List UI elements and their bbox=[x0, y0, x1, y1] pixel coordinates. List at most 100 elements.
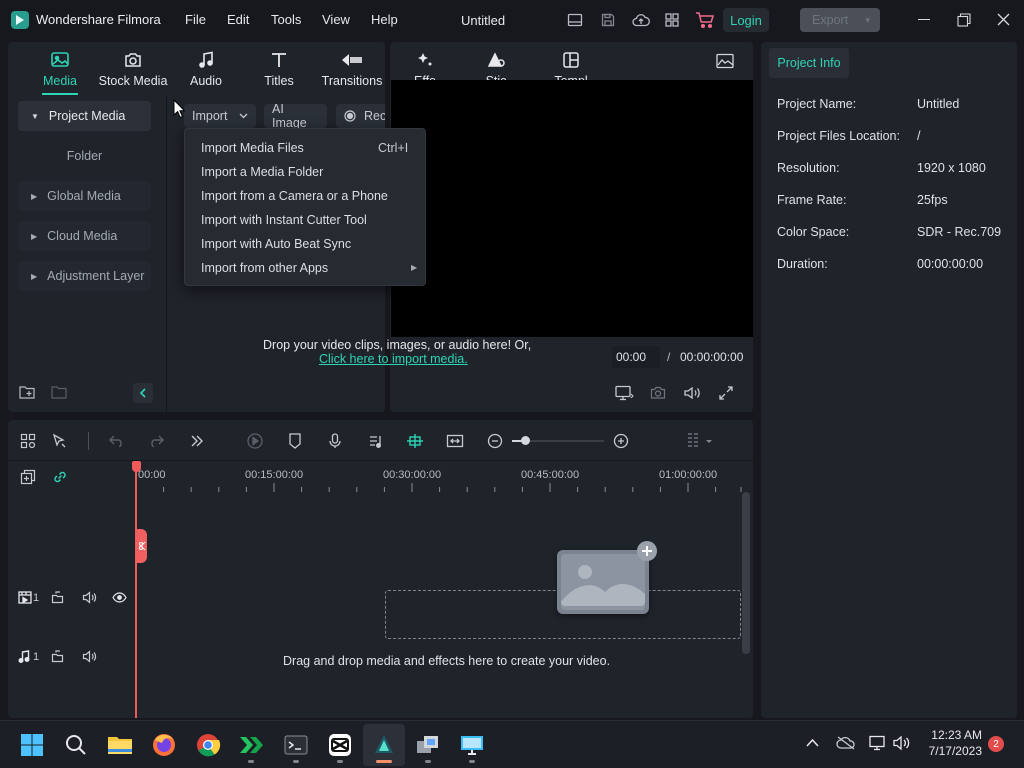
menu-tools[interactable]: Tools bbox=[271, 12, 301, 27]
link-icon[interactable] bbox=[52, 469, 68, 485]
sidebar-item-folder[interactable]: Folder bbox=[18, 141, 151, 171]
sidebar-item-project-media[interactable]: ▼ Project Media bbox=[18, 101, 151, 131]
tab-transitions-label: Transitions bbox=[321, 74, 383, 88]
add-media-icon[interactable] bbox=[637, 541, 657, 561]
sidebar-item-global-media[interactable]: ▶ Global Media bbox=[18, 181, 151, 211]
collapse-sidebar-icon[interactable] bbox=[133, 383, 153, 403]
track-visibility-icon[interactable] bbox=[112, 592, 127, 603]
sidebar-item-adjustment-layer[interactable]: ▶ Adjustment Layer bbox=[18, 261, 151, 291]
remote-desktop-icon[interactable] bbox=[459, 732, 485, 758]
undo-icon[interactable] bbox=[108, 432, 126, 450]
playhead[interactable] bbox=[135, 463, 137, 718]
add-track-icon[interactable] bbox=[20, 469, 36, 485]
sidebar-item-cloud-media[interactable]: ▶ Cloud Media bbox=[18, 221, 151, 251]
cloud-upload-icon[interactable] bbox=[632, 12, 650, 28]
terminal-arrow-icon[interactable] bbox=[239, 732, 265, 758]
active-tab-indicator bbox=[42, 93, 78, 95]
more-tools-icon[interactable] bbox=[188, 432, 206, 450]
layout-grid-icon[interactable] bbox=[19, 432, 37, 450]
network-icon[interactable] bbox=[867, 735, 887, 751]
track-lock-icon[interactable] bbox=[51, 650, 64, 663]
export-button[interactable]: Export ▾ bbox=[800, 8, 880, 32]
snap-icon[interactable] bbox=[406, 432, 424, 450]
tab-transitions[interactable]: Transitions bbox=[314, 48, 390, 94]
zoom-in-icon[interactable] bbox=[612, 432, 630, 450]
track-mute-icon[interactable] bbox=[82, 591, 97, 604]
preview-canvas[interactable] bbox=[391, 80, 753, 337]
restore-icon[interactable] bbox=[957, 13, 971, 27]
menu-import-camera-phone[interactable]: Import from a Camera or a Phone bbox=[201, 189, 388, 203]
folder-icon[interactable] bbox=[51, 385, 67, 399]
templates-icon bbox=[538, 48, 604, 72]
zoom-out-icon[interactable] bbox=[486, 432, 504, 450]
menu-import-instant-cutter[interactable]: Import with Instant Cutter Tool bbox=[201, 213, 367, 227]
save-icon[interactable] bbox=[600, 12, 616, 28]
onedrive-icon[interactable] bbox=[836, 736, 856, 750]
menu-import-media-folder[interactable]: Import a Media Folder bbox=[201, 165, 323, 179]
notification-badge[interactable]: 2 bbox=[988, 736, 1004, 752]
playhead-split-handle[interactable] bbox=[136, 529, 147, 563]
login-button[interactable]: Login bbox=[723, 8, 769, 32]
speaker-icon[interactable] bbox=[892, 735, 912, 751]
filmora-taskbar-icon[interactable] bbox=[371, 732, 397, 758]
capcut-icon[interactable] bbox=[327, 732, 353, 758]
zoom-slider-handle[interactable] bbox=[521, 436, 530, 445]
menu-import-other-apps[interactable]: Import from other Apps bbox=[201, 261, 328, 275]
tray-chevron-up-icon[interactable] bbox=[806, 738, 819, 747]
volume-icon[interactable] bbox=[683, 386, 701, 400]
menu-view[interactable]: View bbox=[322, 12, 350, 27]
preview-quality-icon[interactable] bbox=[716, 53, 734, 69]
display-settings-icon[interactable] bbox=[615, 385, 635, 401]
windows-start-icon[interactable] bbox=[19, 732, 45, 758]
track-mute-icon[interactable] bbox=[82, 650, 97, 663]
package-app-icon[interactable] bbox=[415, 732, 441, 758]
tab-stock-media[interactable]: Stock Media bbox=[95, 48, 171, 94]
stock-media-icon bbox=[95, 48, 171, 72]
tab-project-info[interactable]: Project Info bbox=[769, 48, 849, 78]
microphone-icon[interactable] bbox=[326, 432, 344, 450]
redo-icon[interactable] bbox=[147, 432, 165, 450]
new-folder-icon[interactable] bbox=[19, 385, 35, 399]
file-explorer-icon[interactable] bbox=[107, 732, 133, 758]
timeline-scrollbar[interactable] bbox=[742, 492, 750, 654]
fit-timeline-icon[interactable] bbox=[446, 432, 464, 450]
clock-time[interactable]: 12:23 AM bbox=[926, 728, 982, 742]
menu-import-media-files[interactable]: Import Media Files bbox=[201, 141, 304, 155]
menu-file[interactable]: File bbox=[185, 12, 206, 27]
search-icon[interactable] bbox=[63, 732, 89, 758]
menu-edit[interactable]: Edit bbox=[227, 12, 249, 27]
menu-help[interactable]: Help bbox=[371, 12, 398, 27]
marker-icon[interactable] bbox=[286, 432, 304, 450]
track-settings-icon[interactable] bbox=[684, 432, 718, 450]
tab-titles[interactable]: Titles bbox=[241, 48, 317, 94]
record-button[interactable]: Rec bbox=[336, 104, 385, 128]
snapshot-icon[interactable] bbox=[650, 386, 666, 400]
render-preview-icon[interactable] bbox=[246, 432, 264, 450]
tab-media[interactable]: Media bbox=[22, 48, 98, 94]
cart-icon[interactable] bbox=[695, 11, 715, 29]
chrome-icon[interactable] bbox=[195, 732, 221, 758]
apps-grid-icon[interactable] bbox=[664, 12, 680, 28]
track-lock-icon[interactable] bbox=[51, 591, 64, 604]
layout-icon[interactable] bbox=[567, 12, 583, 28]
minimize-icon[interactable] bbox=[918, 19, 930, 20]
playhead-handle[interactable] bbox=[132, 461, 141, 472]
active-indicator bbox=[376, 760, 392, 763]
firefox-icon[interactable] bbox=[151, 732, 177, 758]
clock-date[interactable]: 7/17/2023 bbox=[922, 744, 982, 758]
import-button[interactable]: Import bbox=[184, 104, 256, 128]
fullscreen-icon[interactable] bbox=[719, 386, 733, 400]
duration-value: 00:00:00:00 bbox=[917, 257, 984, 271]
audio-mix-icon[interactable] bbox=[366, 432, 384, 450]
tab-audio[interactable]: Audio bbox=[168, 48, 244, 94]
select-tool-icon[interactable] bbox=[50, 432, 68, 450]
close-icon[interactable] bbox=[997, 13, 1010, 26]
menu-item-label: Import from other Apps bbox=[201, 261, 329, 275]
menu-import-auto-beat-sync[interactable]: Import with Auto Beat Sync bbox=[201, 237, 351, 251]
ai-image-button[interactable]: AI Image bbox=[264, 102, 327, 130]
current-time-field[interactable]: 00:00 bbox=[612, 346, 660, 368]
command-prompt-icon[interactable] bbox=[283, 732, 309, 758]
toolbar-divider bbox=[88, 432, 89, 450]
submenu-arrow-icon: ▶ bbox=[411, 263, 418, 272]
import-media-link[interactable]: Click here to import media. bbox=[319, 352, 468, 366]
